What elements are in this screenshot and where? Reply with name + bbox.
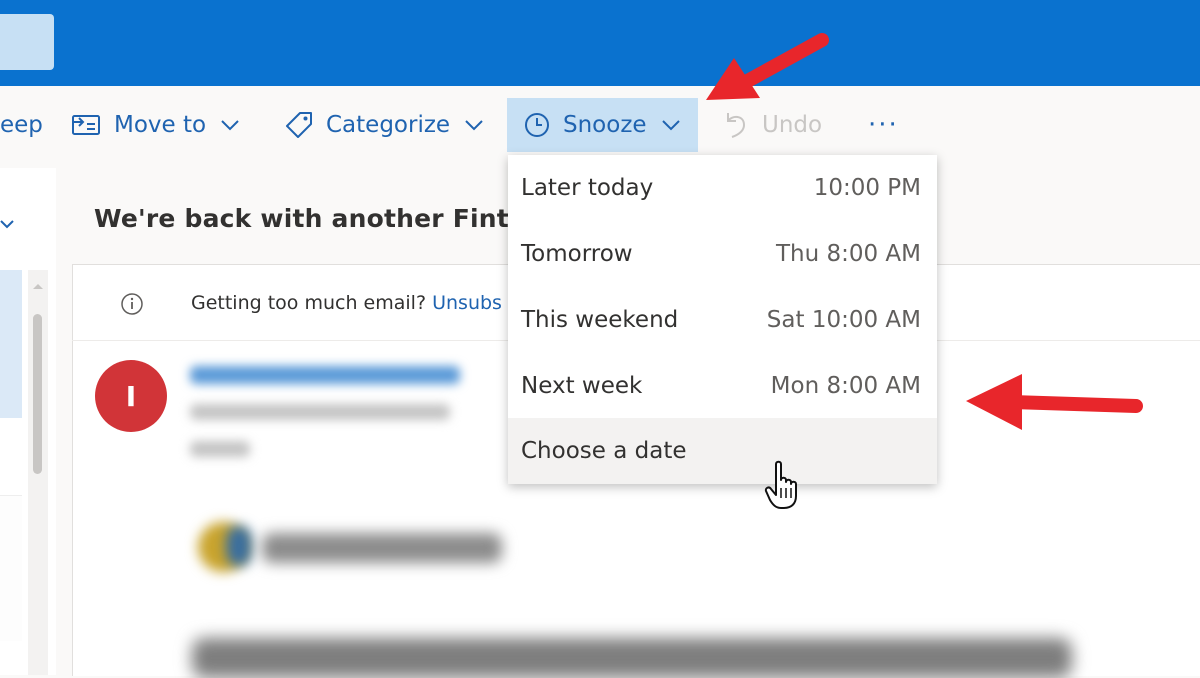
avatar[interactable]: I [95,360,167,432]
snooze-menu: Later today 10:00 PM Tomorrow Thu 8:00 A… [508,155,937,484]
search-box[interactable] [0,14,54,70]
menu-item-next-week[interactable]: Next week Mon 8:00 AM [508,353,937,419]
move-to-label: Move to [114,112,207,138]
menu-item-time: Sat 10:00 AM [766,307,921,333]
chevron-down-icon[interactable] [0,216,14,230]
blurred-date [190,404,450,420]
blurred-sender [190,366,460,384]
menu-item-tomorrow[interactable]: Tomorrow Thu 8:00 AM [508,221,937,287]
undo-label: Undo [762,112,823,138]
menu-item-choose-date[interactable]: Choose a date [508,418,937,484]
menu-item-label: Tomorrow [521,241,633,267]
chevron-down-icon [220,119,240,131]
menu-item-time: Thu 8:00 AM [775,241,921,267]
blurred-logo [226,526,252,566]
menu-item-label: Next week [521,373,643,399]
info-message: Getting too much email? [191,292,427,314]
chevron-down-icon [464,119,484,131]
selected-message-item[interactable] [0,270,22,418]
scroll-up-icon[interactable] [30,278,46,292]
info-icon [120,292,144,316]
snooze-button[interactable]: Snooze [507,98,698,152]
blurred-recipient [190,441,250,457]
categorize-button[interactable]: Categorize [284,98,484,152]
clock-icon [523,111,551,139]
categorize-label: Categorize [326,112,451,138]
menu-item-this-weekend[interactable]: This weekend Sat 10:00 AM [508,287,937,353]
menu-item-time: 10:00 PM [813,175,921,201]
more-icon: ··· [868,110,899,140]
scrollbar-thumb[interactable] [33,314,42,474]
hand-cursor-icon [764,460,797,509]
annotation-arrow [966,374,1143,430]
undo-icon [722,109,750,141]
more-actions-button[interactable]: ··· [868,98,899,152]
categorize-icon [284,110,314,140]
blurred-headline [192,638,1072,678]
move-to-button[interactable]: Move to [70,98,240,152]
move-to-icon [70,112,102,138]
info-text: Getting too much email? Unsubs [191,292,502,314]
unsubscribe-link[interactable]: Unsubs [432,292,502,314]
menu-item-time: Mon 8:00 AM [770,373,921,399]
menu-item-label: Choose a date [521,438,687,464]
menu-item-label: Later today [521,175,654,201]
blurred-brand-name [262,533,502,563]
annotation-arrow [706,33,829,100]
snooze-label: Snooze [563,112,647,138]
message-subject: We're back with another Finte [94,204,527,233]
menu-item-later-today[interactable]: Later today 10:00 PM [508,155,937,221]
sweep-button[interactable]: eep [0,98,43,152]
sweep-label: eep [0,112,43,138]
menu-item-label: This weekend [521,307,679,333]
chevron-down-icon [661,119,681,131]
list-item[interactable] [0,495,22,641]
top-header-bar [0,0,1200,86]
